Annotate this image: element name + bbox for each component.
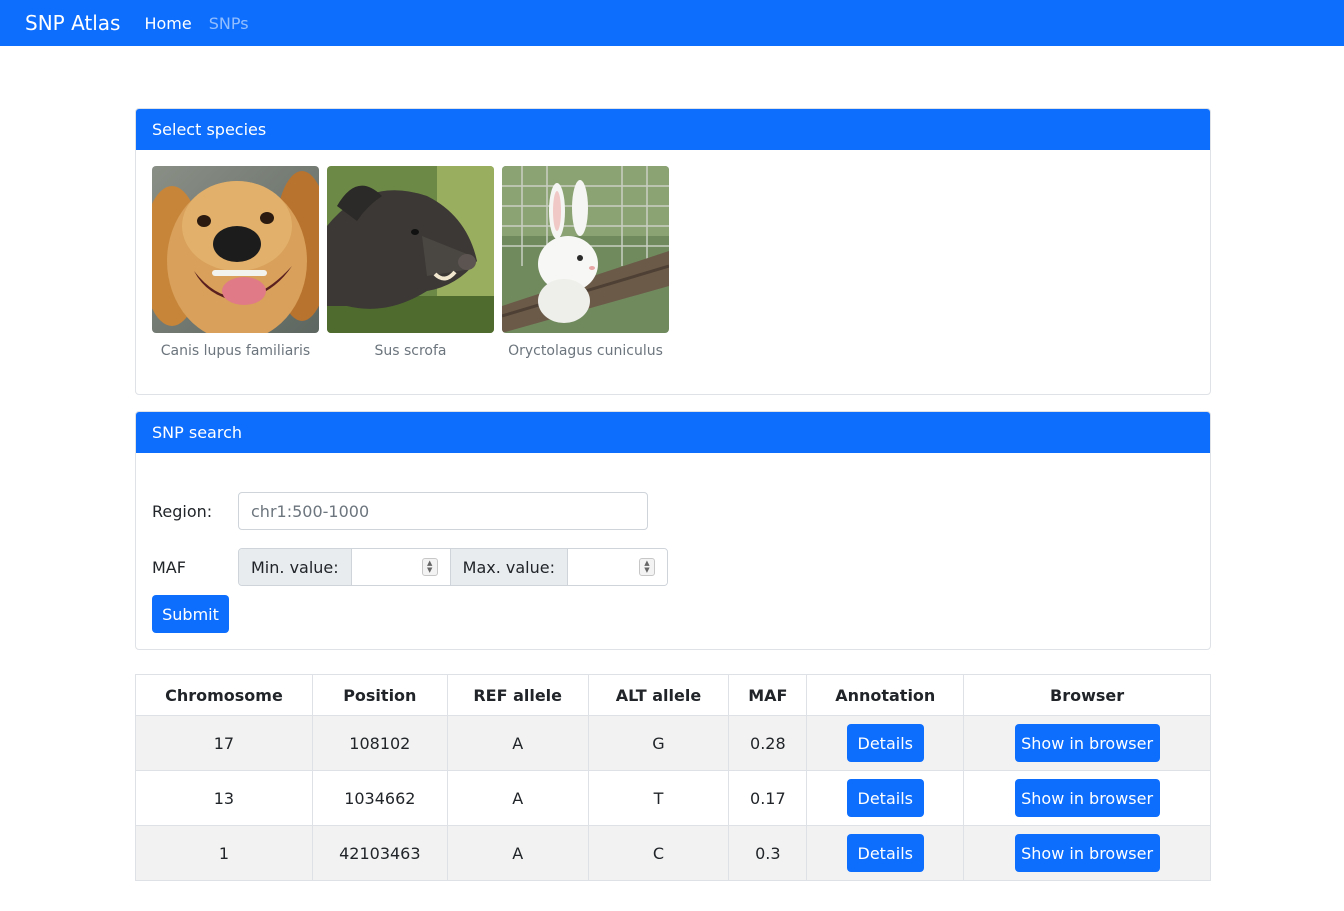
- cell-annotation: Details: [806, 825, 965, 881]
- species-list: Canis lupus familiaris Sus scrofa Orycto…: [136, 150, 1210, 359]
- snp-search-header: SNP search: [136, 412, 1210, 453]
- brand-logo[interactable]: SNP Atlas: [25, 11, 120, 35]
- column-header-position: Position: [311, 674, 448, 716]
- cell-position: 42103463: [311, 825, 448, 881]
- column-header-annotation: Annotation: [806, 674, 965, 716]
- number-spinner-icon[interactable]: ▲ ▼: [421, 558, 438, 576]
- cell-ref-allele: A: [446, 825, 589, 881]
- cell-ref-allele: A: [446, 715, 589, 771]
- nav-link-home[interactable]: Home: [144, 14, 191, 33]
- species-card: Select species Canis lupus familiaris Su…: [135, 108, 1211, 395]
- maf-min-input[interactable]: ▲ ▼: [351, 549, 451, 585]
- maf-min-label: Min. value:: [239, 549, 352, 585]
- cell-chromosome: 1: [135, 825, 313, 881]
- column-header-maf: MAF: [728, 674, 808, 716]
- results-table: Chromosome Position REF allele ALT allel…: [135, 674, 1211, 881]
- column-header-chromosome: Chromosome: [135, 674, 313, 716]
- region-input[interactable]: [238, 492, 648, 530]
- navbar: SNP Atlas Home SNPs: [0, 0, 1344, 46]
- cell-alt-allele: C: [587, 825, 730, 881]
- column-header-browser: Browser: [963, 674, 1211, 716]
- details-button[interactable]: Details: [846, 724, 924, 762]
- cell-chromosome: 13: [135, 770, 313, 826]
- table-header-row: Chromosome Position REF allele ALT allel…: [135, 674, 1211, 716]
- maf-max-input[interactable]: ▲ ▼: [568, 549, 667, 585]
- table-row: 1 42103463 A C 0.3 Details Show in brows…: [135, 825, 1211, 881]
- submit-button[interactable]: Submit: [152, 595, 229, 633]
- cell-position: 108102: [311, 715, 448, 771]
- region-row: Region:: [152, 492, 648, 530]
- maf-label: MAF: [152, 557, 186, 577]
- show-in-browser-button[interactable]: Show in browser: [1014, 724, 1160, 762]
- table-row: 17 108102 A G 0.28 Details Show in brows…: [135, 715, 1211, 771]
- results-table-wrapper: Chromosome Position REF allele ALT allel…: [135, 674, 1211, 881]
- nav-link-snps[interactable]: SNPs: [209, 14, 249, 33]
- wild-boar-image[interactable]: [327, 166, 494, 333]
- cell-position: 1034662: [311, 770, 448, 826]
- cell-maf: 0.28: [728, 715, 808, 771]
- cell-annotation: Details: [806, 715, 965, 771]
- maf-max-label: Max. value:: [450, 549, 568, 585]
- maf-row: MAF Min. value: ▲ ▼ Max. value: ▲ ▼: [152, 548, 668, 586]
- dog-image[interactable]: [152, 166, 319, 333]
- cell-ref-allele: A: [446, 770, 589, 826]
- species-item-boar[interactable]: Sus scrofa: [327, 166, 494, 359]
- cell-maf: 0.3: [728, 825, 808, 881]
- cell-annotation: Details: [806, 770, 965, 826]
- cell-browser: Show in browser: [963, 770, 1211, 826]
- cell-browser: Show in browser: [963, 825, 1211, 881]
- rabbit-image[interactable]: [502, 166, 669, 333]
- region-label: Region:: [152, 501, 213, 521]
- species-name: Sus scrofa: [374, 343, 447, 359]
- details-button[interactable]: Details: [846, 779, 924, 817]
- details-button[interactable]: Details: [846, 834, 924, 872]
- species-card-header: Select species: [136, 109, 1210, 150]
- maf-input-group: Min. value: ▲ ▼ Max. value: ▲ ▼: [238, 548, 668, 586]
- cell-chromosome: 17: [135, 715, 313, 771]
- table-row: 13 1034662 A T 0.17 Details Show in brow…: [135, 770, 1211, 826]
- number-spinner-icon[interactable]: ▲ ▼: [639, 558, 655, 576]
- species-name: Oryctolagus cuniculus: [508, 343, 663, 359]
- column-header-alt-allele: ALT allele: [587, 674, 730, 716]
- species-item-dog[interactable]: Canis lupus familiaris: [152, 166, 319, 359]
- column-header-ref-allele: REF allele: [446, 674, 589, 716]
- show-in-browser-button[interactable]: Show in browser: [1014, 779, 1160, 817]
- species-name: Canis lupus familiaris: [160, 343, 311, 359]
- cell-alt-allele: G: [587, 715, 730, 771]
- cell-maf: 0.17: [728, 770, 808, 826]
- species-item-rabbit[interactable]: Oryctolagus cuniculus: [502, 166, 669, 359]
- cell-alt-allele: T: [587, 770, 730, 826]
- cell-browser: Show in browser: [963, 715, 1211, 771]
- show-in-browser-button[interactable]: Show in browser: [1014, 834, 1160, 872]
- snp-search-card: SNP search Region: MAF Min. value: ▲▼ Ma…: [135, 411, 1211, 650]
